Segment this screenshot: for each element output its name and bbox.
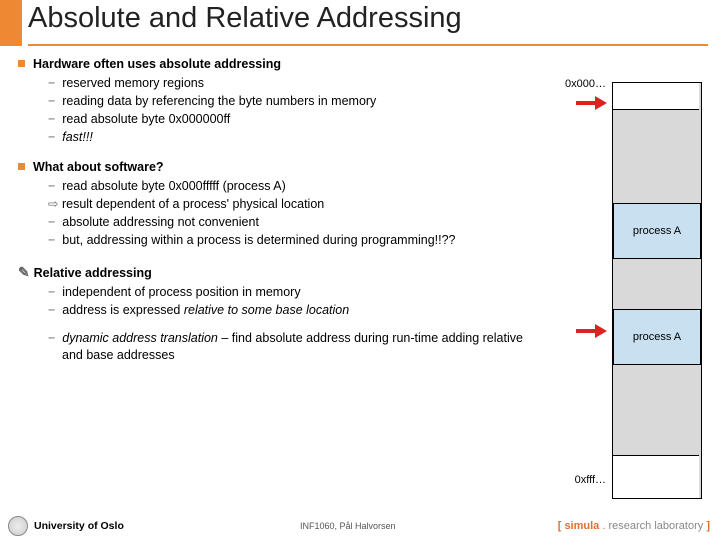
slide-body: Hardware often uses absolute addressing … [18,56,528,365]
rel-item: − address is expressed relative to some … [48,302,528,319]
title-underline [28,44,708,46]
memory-segment-process-a: process A [613,203,701,259]
memory-column: process A process A [612,82,700,497]
memory-label-top: 0x000… [565,78,606,90]
rel-heading: Relative addressing [34,266,152,280]
hw-item: − fast!!! [48,129,528,146]
sw-heading: What about software? [33,160,164,174]
page-title: Absolute and Relative Addressing [28,0,462,35]
sw-item: − absolute addressing not convenient [48,214,528,231]
arrow-icon [576,326,608,336]
sw-item: ⇨ result dependent of a process' physica… [48,196,528,213]
simula-logo: [ simula . research laboratory ] [558,520,710,532]
memory-segment-reserved [613,83,699,110]
bullet-icon [18,163,25,170]
memory-label-bottom: 0xfff… [575,474,606,486]
hw-item: − reading data by referencing the byte n… [48,93,528,110]
arrow-icon [576,98,608,108]
rel-item-text: dynamic address translation – find absol… [62,331,523,362]
rel-item: − dynamic address translation – find abs… [48,330,528,364]
sw-item: − read absolute byte 0x000fffff (process… [48,178,528,195]
memory-segment-bottom [613,455,699,498]
title-bar: Absolute and Relative Addressing [0,0,720,46]
sw-item: − but, addressing within a process is de… [48,232,528,249]
memory-segment-process-a: process A [613,309,701,365]
hw-heading: Hardware often uses absolute addressing [33,57,281,71]
memory-box: process A process A [612,82,702,499]
bullet-icon [18,60,25,67]
title-accent [0,0,22,46]
rel-item: − independent of process position in mem… [48,284,528,301]
university-name: University of Oslo [34,520,124,532]
uio-logo-icon [8,516,28,536]
footer: University of Oslo INF1060, Pål Halvorse… [0,516,720,536]
hw-item: − read absolute byte 0x000000ff [48,111,528,128]
hw-item: − reserved memory regions [48,75,528,92]
rel-item-text: address is expressed relative to some ba… [62,303,349,317]
course-info: INF1060, Pål Halvorsen [300,521,396,531]
section-hardware: Hardware often uses absolute addressing [18,56,528,73]
section-relative: ✎ Relative addressing [18,263,528,282]
section-software: What about software? [18,159,528,176]
